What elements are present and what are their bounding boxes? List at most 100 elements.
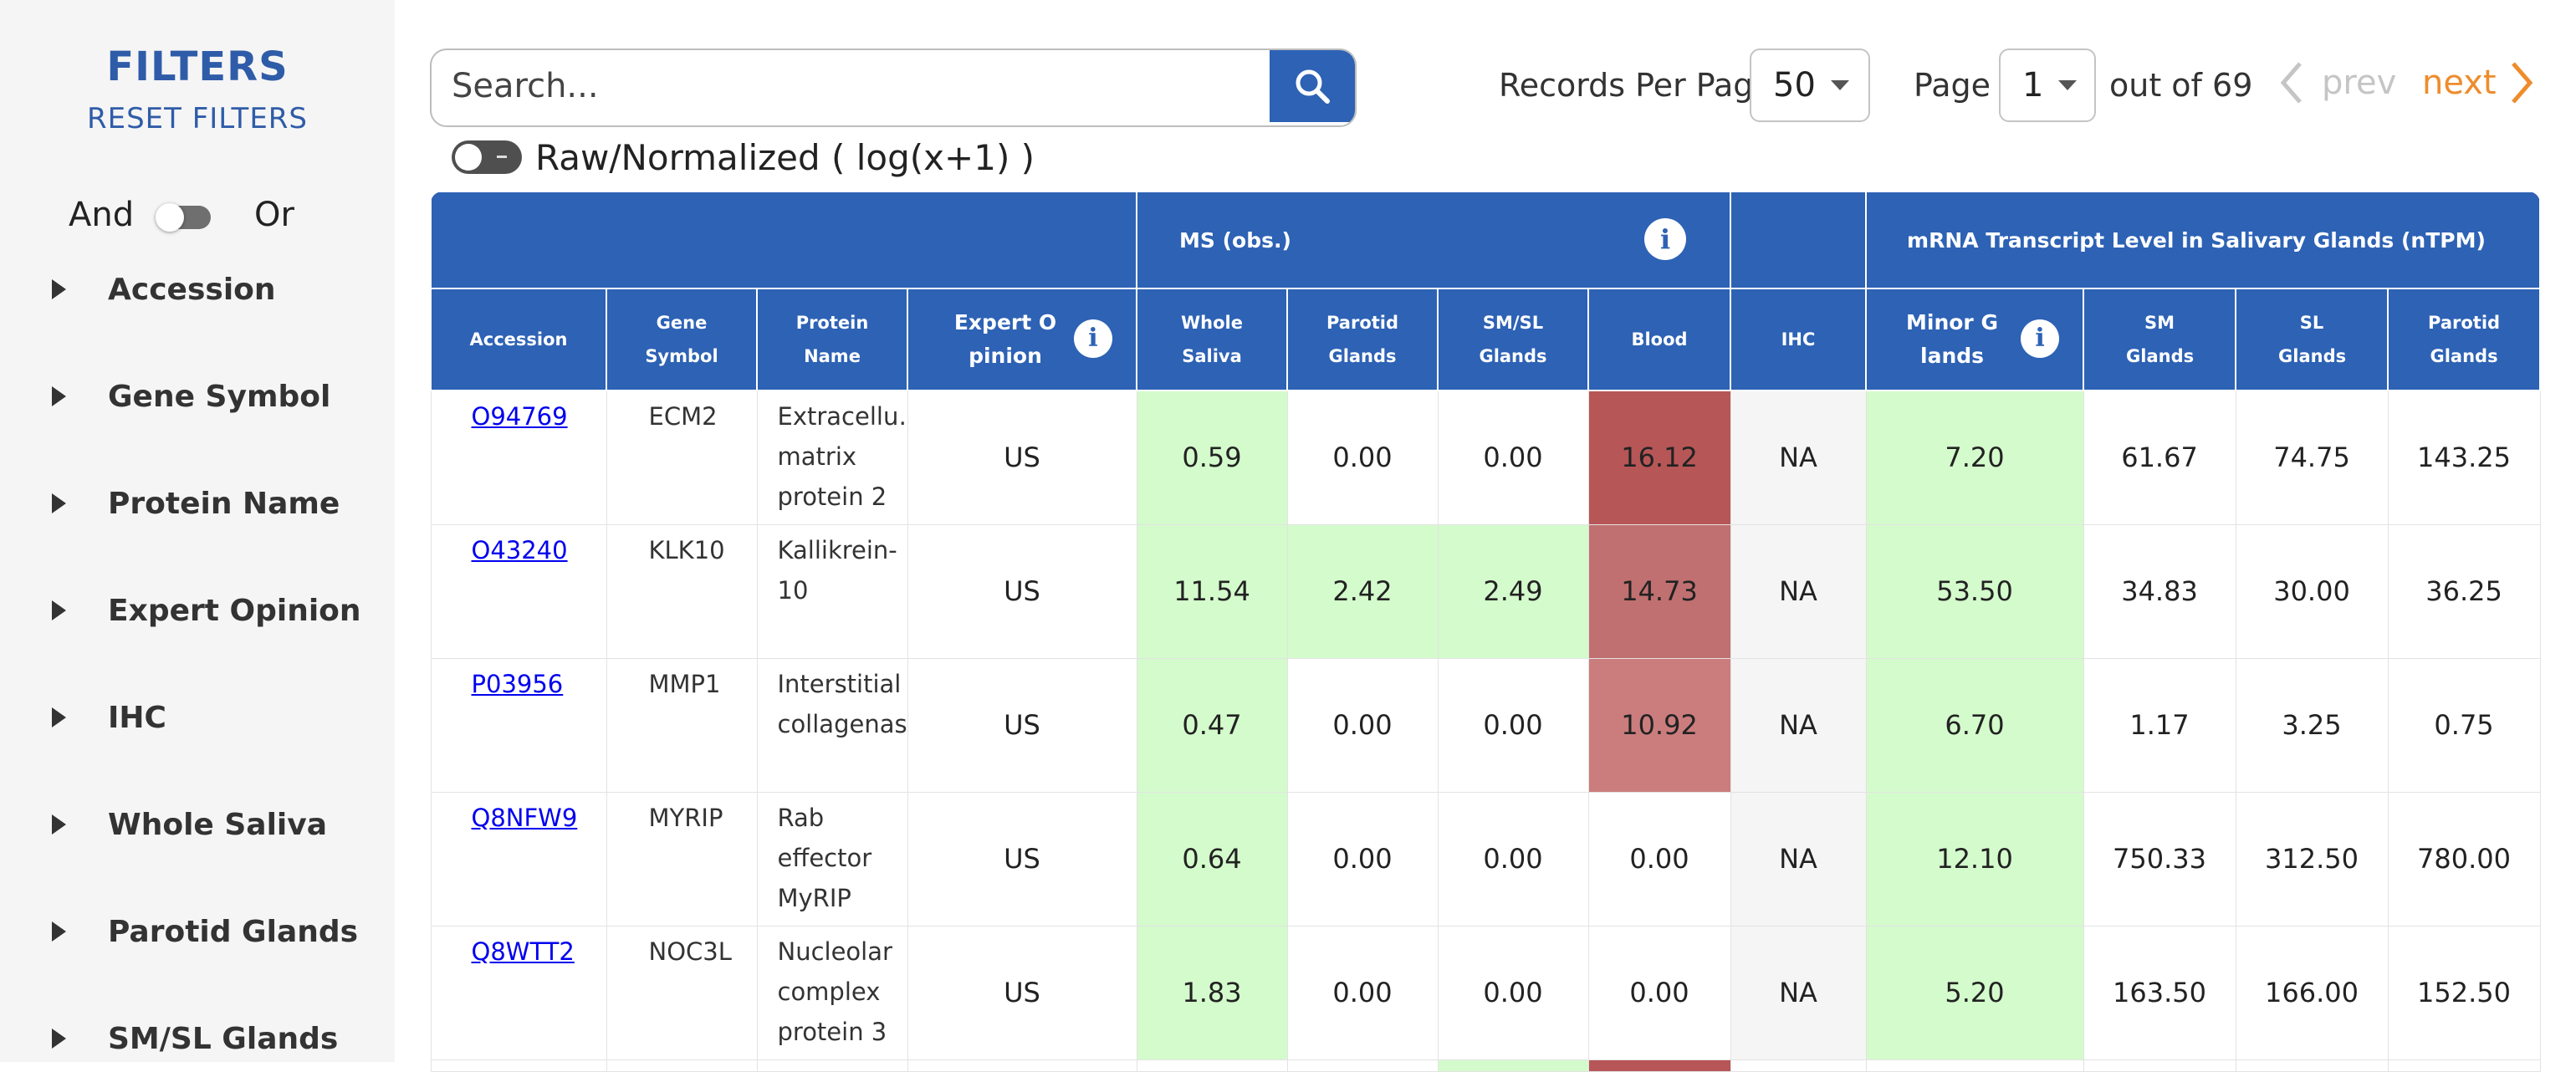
blood-cell: 10.92 [1587, 657, 1731, 793]
partial-cell [2235, 1059, 2389, 1072]
page-select[interactable]: 1 [1999, 48, 2096, 122]
whole-saliva-cell: 0.64 [1136, 791, 1288, 927]
gene-symbol-cell: ECM2 [606, 390, 758, 525]
records-per-page-label: Records Per Page [1499, 67, 1773, 104]
sm-sl-glands-cell: 2.49 [1437, 523, 1589, 659]
whole-saliva-cell: 0.47 [1136, 657, 1288, 793]
col-header-sm-sl-glands[interactable]: SM/SL Glands [1437, 288, 1589, 391]
expert-opinion-info-icon[interactable]: i [1074, 319, 1112, 358]
sl-glands-cell: 3.25 [2235, 657, 2389, 793]
filter-label: SM/SL Glands [108, 1021, 339, 1056]
group-header-mrna: mRNA Transcript Level in Salivary Glands… [1865, 191, 2542, 289]
table-row: O94769 ECM2 Extracellu… matrix protein 2… [430, 390, 2541, 525]
filter-expert-opinion[interactable]: Expert Opinion [49, 585, 361, 636]
accession-link[interactable]: Q8NFW9 [472, 804, 578, 832]
records-per-page-select[interactable]: 50 [1750, 48, 1870, 122]
col-header-parotid-glands-mrna[interactable]: Parotid Glands [2387, 288, 2542, 391]
parotid-glands-cell: 0.00 [1286, 791, 1439, 927]
parotid-glands-cell: 0.00 [1286, 657, 1439, 793]
filter-label: Gene Symbol [108, 379, 331, 414]
filter-label: Whole Saliva [108, 807, 328, 842]
col-header-ihc[interactable]: IHC [1730, 288, 1868, 391]
partial-cell [2387, 1059, 2541, 1072]
mrna-group-label: mRNA Transcript Level in Salivary Glands… [1907, 227, 2486, 253]
col-header-accession[interactable]: Accession [430, 288, 607, 391]
filter-gene-symbol[interactable]: Gene Symbol [49, 371, 330, 421]
accession-link[interactable]: P03956 [472, 670, 564, 698]
col-header-sl-glands[interactable]: SL Glands [2235, 288, 2389, 391]
filters-sidebar: FILTERS RESET FILTERS And Or Accession G… [0, 0, 395, 1062]
group-header-row: MS (obs.) i mRNA Transcript Level in Sal… [430, 191, 2542, 289]
col-header-blood[interactable]: Blood [1587, 288, 1732, 391]
minor-glands-cell: 6.70 [1865, 657, 2084, 793]
expand-triangle-icon [52, 279, 66, 299]
ms-group-label: MS (obs.) [1179, 227, 1291, 253]
col-header-protein-name[interactable]: Protein Name [756, 288, 908, 391]
search-button[interactable] [1270, 50, 1355, 122]
partial-cell [1587, 1059, 1731, 1072]
partial-cell [606, 1059, 758, 1072]
minor-glands-info-icon[interactable]: i [2021, 319, 2060, 358]
raw-normalized-toggle[interactable] [452, 140, 522, 174]
filter-parotid-glands[interactable]: Parotid Glands [49, 906, 358, 957]
sm-glands-cell: 1.17 [2083, 657, 2236, 793]
protein-name-cell: Nucleolar complex protein 3 [756, 925, 908, 1060]
minor-glands-cell: 5.20 [1865, 925, 2084, 1060]
col-header-parotid-glands[interactable]: Parotid Glands [1286, 288, 1439, 391]
sm-glands-cell: 163.50 [2083, 925, 2236, 1060]
partial-cell [756, 1059, 908, 1072]
minor-glands-cell: 12.10 [1865, 791, 2084, 927]
col-header-minor-glands[interactable]: Minor Glands i [1865, 288, 2085, 391]
col-header-expert-opinion[interactable]: Expert Opinion i [907, 288, 1137, 391]
whole-saliva-cell: 11.54 [1136, 523, 1288, 659]
col-header-gene-symbol[interactable]: Gene Symbol [606, 288, 758, 391]
sm-glands-cell: 61.67 [2083, 390, 2236, 525]
parotid-glands-mrna-cell: 0.75 [2387, 657, 2541, 793]
table-row: P03956 MMP1 Interstitial collagenase US … [430, 657, 2541, 793]
next-button[interactable]: next [2422, 60, 2535, 105]
search-bar [430, 48, 1357, 127]
partial-cell [1286, 1059, 1439, 1072]
col-header-whole-saliva[interactable]: Whole Saliva [1136, 288, 1288, 391]
gene-symbol-cell: KLK10 [606, 523, 758, 659]
toggle-knob [455, 144, 482, 171]
accession-link[interactable]: O94769 [472, 402, 568, 431]
table-row: Q8WTT2 NOC3L Nucleolar complex protein 3… [430, 925, 2541, 1060]
prev-button[interactable]: prev [2278, 60, 2396, 105]
partial-cell [907, 1059, 1137, 1072]
accession-cell: P03956 [430, 657, 607, 793]
group-header-ihc-blank [1730, 191, 1868, 289]
column-header-row: Accession Gene Symbol Protein Name Exper… [430, 288, 2542, 391]
sm-sl-glands-cell: 0.00 [1437, 925, 1589, 1060]
group-header-blank [430, 191, 1137, 289]
ihc-cell: NA [1730, 925, 1867, 1060]
expand-triangle-icon [52, 493, 66, 513]
accession-link[interactable]: O43240 [472, 536, 568, 564]
accession-cell: Q8NFW9 [430, 791, 607, 927]
chevron-down-icon [1830, 80, 1849, 90]
sm-glands-cell: 750.33 [2083, 791, 2236, 927]
page-label: Page [1914, 67, 1991, 104]
sl-glands-cell: 74.75 [2235, 390, 2389, 525]
parotid-glands-cell: 2.42 [1286, 523, 1439, 659]
whole-saliva-cell: 0.59 [1136, 390, 1288, 525]
protein-name-cell: Interstitial collagenase [756, 657, 908, 793]
filter-whole-saliva[interactable]: Whole Saliva [49, 799, 327, 850]
page-value: 1 [2022, 66, 2044, 105]
and-or-toggle[interactable] [156, 203, 211, 232]
sm-sl-glands-cell: 0.00 [1437, 390, 1589, 525]
col-header-sm-glands[interactable]: SM Glands [2083, 288, 2237, 391]
accession-link[interactable]: Q8WTT2 [472, 937, 575, 966]
ihc-cell: NA [1730, 791, 1867, 927]
ms-info-icon[interactable]: i [1644, 218, 1687, 260]
search-input[interactable] [432, 50, 1308, 122]
filter-ihc[interactable]: IHC [49, 692, 166, 743]
filter-sm-sl-glands[interactable]: SM/SL Glands [49, 1013, 338, 1064]
next-label: next [2422, 64, 2497, 102]
filter-protein-name[interactable]: Protein Name [49, 478, 340, 528]
filter-accession[interactable]: Accession [49, 264, 276, 314]
sl-glands-cell: 30.00 [2235, 523, 2389, 659]
sl-glands-cell: 166.00 [2235, 925, 2389, 1060]
chevron-down-icon [2058, 80, 2078, 90]
reset-filters-link[interactable]: RESET FILTERS [0, 102, 395, 135]
